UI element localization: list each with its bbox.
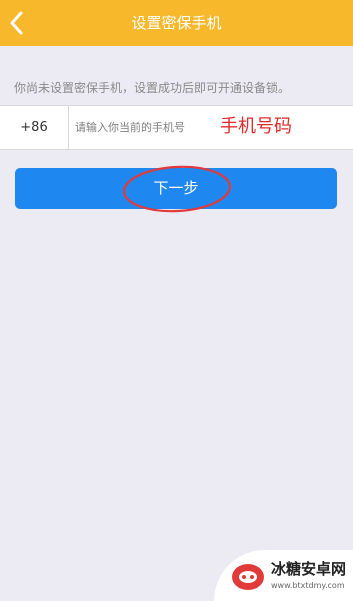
watermark-logo: 冰糖安卓网 www.btxtdmy.com: [214, 550, 353, 601]
notice-text: 你尚未设置密保手机，设置成功后即可开通设备锁。: [14, 81, 291, 95]
phone-number-input[interactable]: [69, 106, 353, 149]
chevron-left-icon: [10, 11, 23, 35]
header-bar: 设置密保手机: [0, 0, 353, 46]
watermark-name: 冰糖安卓网: [271, 560, 347, 578]
watermark-emblem-icon: [232, 564, 264, 590]
next-step-label: 下一步: [153, 179, 199, 197]
country-code-selector[interactable]: +86: [0, 106, 69, 149]
back-button[interactable]: [4, 8, 34, 38]
phone-input-row: +86: [0, 105, 353, 150]
watermark-url: www.btxtdmy.com: [271, 581, 345, 590]
next-step-button[interactable]: 下一步: [15, 168, 337, 209]
page-title: 设置密保手机: [131, 14, 222, 32]
